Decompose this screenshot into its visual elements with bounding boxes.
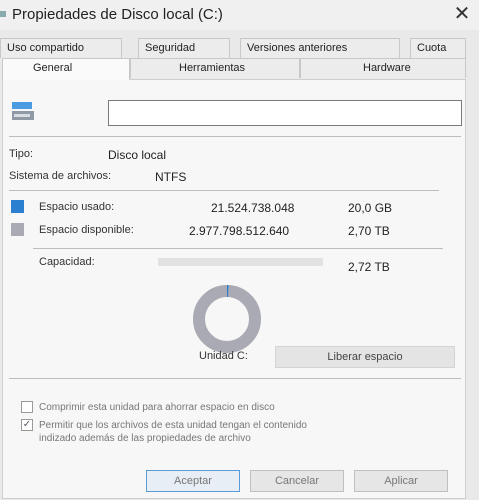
window-title: Propiedades de Disco local (C:) <box>12 6 223 23</box>
type-label: Tipo: <box>9 148 34 160</box>
tab-label: Hardware <box>363 62 411 74</box>
tab-sharing[interactable]: Uso compartido <box>0 38 122 58</box>
tab-label: Seguridad <box>145 42 196 54</box>
used-space-label: Espacio usado: <box>39 201 115 213</box>
close-icon: ✕ <box>453 3 471 25</box>
title-bar: Propiedades de Disco local (C:) ✕ <box>0 0 479 30</box>
separator <box>33 248 443 249</box>
free-space-bytes: 2.977.798.512.640 <box>189 224 290 238</box>
tab-previous-versions[interactable]: Versiones anteriores <box>240 38 400 58</box>
cancel-label: Cancelar <box>274 475 320 487</box>
type-value: Disco local <box>108 148 167 162</box>
used-space-swatch <box>11 200 24 213</box>
capacity-bar <box>158 258 323 266</box>
cancel-button[interactable]: Cancelar <box>250 470 344 492</box>
close-button[interactable]: ✕ <box>449 2 475 28</box>
separator <box>9 378 461 379</box>
drive-label: Unidad C: <box>199 350 248 362</box>
drive-name-input[interactable] <box>108 100 462 126</box>
filesystem-label: Sistema de archivos: <box>9 170 112 182</box>
tab-tools[interactable]: Herramientas <box>130 58 300 78</box>
tab-hardware[interactable]: Hardware <box>300 58 466 78</box>
used-space-size: 20,0 GB <box>348 201 393 215</box>
tab-general[interactable]: General <box>2 58 130 80</box>
tab-label: Versiones anteriores <box>247 42 348 54</box>
index-label-line1: Permitir que los archivos de esta unidad… <box>39 420 307 431</box>
tab-label: Herramientas <box>179 62 246 74</box>
tab-row-top: Uso compartido Seguridad Versiones anter… <box>0 38 479 58</box>
compress-label: Comprimir esta unidad para ahorrar espac… <box>39 402 275 413</box>
tab-label: Uso compartido <box>7 42 85 54</box>
compress-checkbox[interactable] <box>21 401 33 413</box>
separator <box>9 136 461 137</box>
ok-button[interactable]: Aceptar <box>146 470 240 492</box>
checkmark-icon: ✓ <box>22 419 32 430</box>
free-space-label: Espacio disponible: <box>39 224 134 236</box>
index-label-line2: indizado además de las propiedades de ar… <box>39 433 251 444</box>
disk-cleanup-button[interactable]: Liberar espacio <box>275 346 455 368</box>
window-icon <box>0 11 6 17</box>
disk-cleanup-label: Liberar espacio <box>327 351 403 363</box>
tab-label: Cuota <box>417 42 447 54</box>
apply-button[interactable]: Aplicar <box>354 470 448 492</box>
tab-row-bottom: General Herramientas Hardware <box>0 58 479 80</box>
index-checkbox[interactable]: ✓ <box>21 419 33 431</box>
general-panel: Tipo: Disco local Sistema de archivos: N… <box>2 79 466 499</box>
separator <box>9 190 439 191</box>
free-space-size: 2,70 TB <box>348 224 390 238</box>
capacity-label: Capacidad: <box>39 256 95 268</box>
tab-quota[interactable]: Cuota <box>410 38 466 58</box>
tab-label: General <box>33 62 73 74</box>
tab-security[interactable]: Seguridad <box>138 38 230 58</box>
hard-drive-icon <box>12 102 34 120</box>
used-space-bytes: 21.524.738.048 <box>211 201 295 215</box>
ok-label: Aceptar <box>174 475 212 487</box>
filesystem-value: NTFS <box>155 170 187 184</box>
capacity-size: 2,72 TB <box>348 260 390 274</box>
disk-usage-donut <box>193 285 261 353</box>
apply-label: Aplicar <box>384 475 418 487</box>
free-space-swatch <box>11 223 24 236</box>
donut-free-ring <box>193 285 261 353</box>
